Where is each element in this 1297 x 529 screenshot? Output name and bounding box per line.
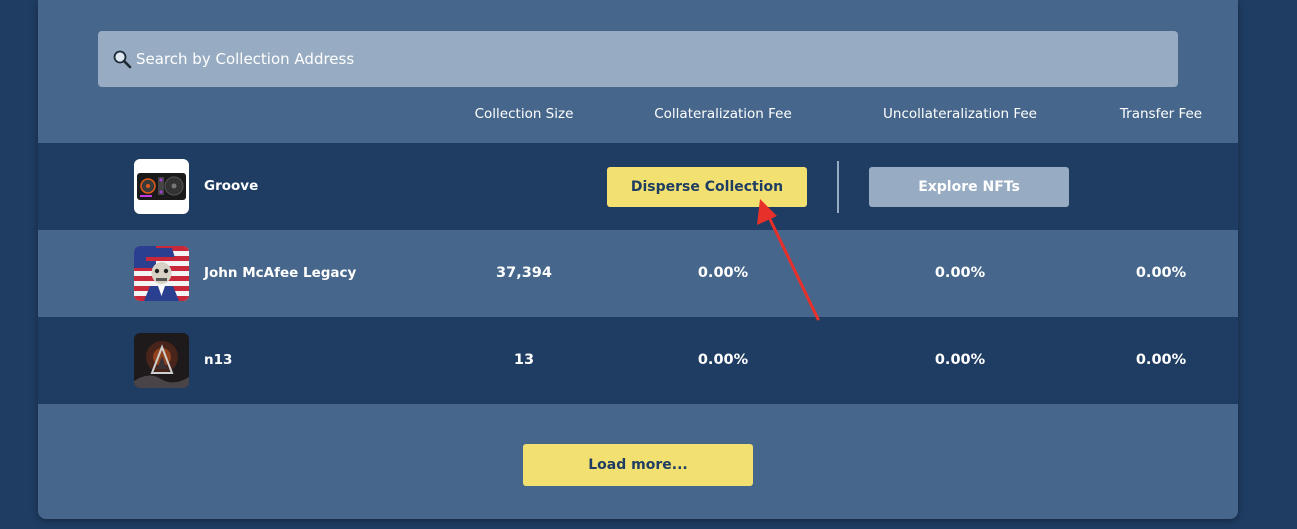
disperse-collection-button[interactable]: Disperse Collection [607,167,807,207]
load-more-button[interactable]: Load more... [523,444,753,486]
search-input[interactable] [136,50,1136,68]
uncollateralization-fee-value: 0.00% [934,352,986,368]
search-icon [112,49,132,69]
collection-size-value: 13 [513,352,535,368]
collection-name[interactable]: n13 [204,317,232,404]
table-row[interactable]: Groove Disperse Collection Explore NFTs [38,143,1238,230]
collection-name[interactable]: John McAfee Legacy [204,230,356,317]
column-header-collateralization-fee: Collateralization Fee [654,106,792,122]
collateralization-fee-value: 0.00% [697,352,749,368]
collection-name[interactable]: Groove [204,143,258,230]
collection-size-value: 37,394 [496,265,552,281]
table-row[interactable]: John McAfee Legacy 37,394 0.00% 0.00% 0.… [38,230,1238,317]
collection-avatar-john-mcafee-legacy [134,246,189,301]
uncollateralization-fee-value: 0.00% [934,265,986,281]
explore-nfts-button[interactable]: Explore NFTs [869,167,1069,207]
table-row[interactable]: n13 13 0.00% 0.00% 0.00% [38,317,1238,404]
search-bar[interactable] [98,31,1178,87]
collateralization-fee-value: 0.00% [697,265,749,281]
table-header: Collection Size Collateralization Fee Un… [38,100,1238,130]
transfer-fee-value: 0.00% [1135,352,1187,368]
column-header-collection-size: Collection Size [474,106,574,122]
collection-avatar-groove [134,159,189,214]
divider [837,161,839,213]
transfer-fee-value: 0.00% [1135,265,1187,281]
collections-panel: Collection Size Collateralization Fee Un… [38,0,1238,519]
column-header-uncollateralization-fee: Uncollateralization Fee [883,106,1037,122]
column-header-transfer-fee: Transfer Fee [1119,106,1203,122]
collection-avatar-n13 [134,333,189,388]
